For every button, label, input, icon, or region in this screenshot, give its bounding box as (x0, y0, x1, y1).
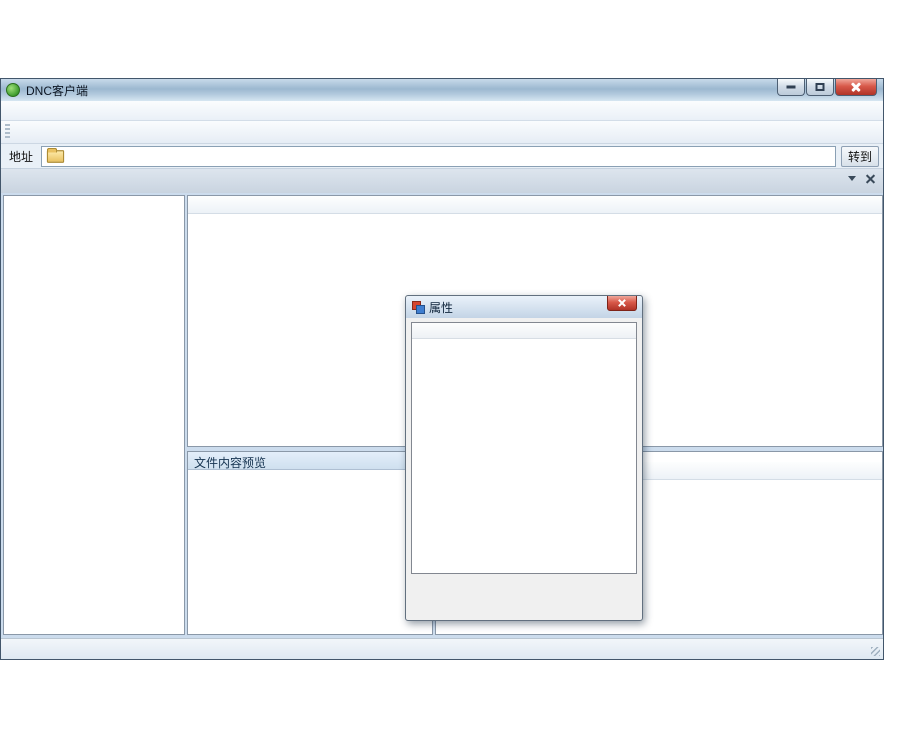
dialog-close-button[interactable] (607, 296, 637, 311)
close-button[interactable] (835, 79, 877, 96)
version-list-header[interactable] (412, 323, 636, 339)
version-list (411, 322, 637, 574)
folder-icon (47, 150, 64, 163)
address-label: 地址 (5, 148, 41, 165)
file-preview-panel: 文件内容预览 (187, 451, 433, 635)
address-bar: 地址 转到 (1, 144, 883, 169)
app-window: DNC客户端 地址 转到 (0, 78, 884, 660)
properties-dialog: 属性 (405, 295, 643, 621)
toolbar-grip[interactable] (5, 124, 10, 140)
status-bar (1, 638, 883, 659)
server-tree-panel (3, 195, 185, 635)
window-title: DNC客户端 (26, 82, 88, 99)
title-bar[interactable]: DNC客户端 (1, 79, 883, 101)
preview-title: 文件内容预览 (188, 452, 432, 470)
panel-menu-icon[interactable] (848, 176, 856, 181)
app-icon (6, 83, 20, 97)
minimize-button[interactable] (777, 79, 805, 96)
dialog-title: 属性 (429, 299, 453, 316)
properties-icon (412, 301, 424, 313)
screenshot-canvas: DNC客户端 地址 转到 (0, 0, 900, 750)
go-button[interactable]: 转到 (841, 146, 879, 167)
menu-bar (1, 101, 883, 121)
main-area: 文件内容预览 属性 (1, 193, 883, 638)
toolbar (1, 121, 883, 144)
resize-grip[interactable] (871, 647, 880, 656)
breadcrumb (41, 146, 836, 167)
view-tabstrip (1, 169, 883, 193)
dialog-title-bar[interactable]: 属性 (406, 296, 642, 318)
panel-close-icon[interactable] (866, 174, 875, 183)
maximize-button[interactable] (806, 79, 834, 96)
file-list-header[interactable] (188, 196, 882, 214)
